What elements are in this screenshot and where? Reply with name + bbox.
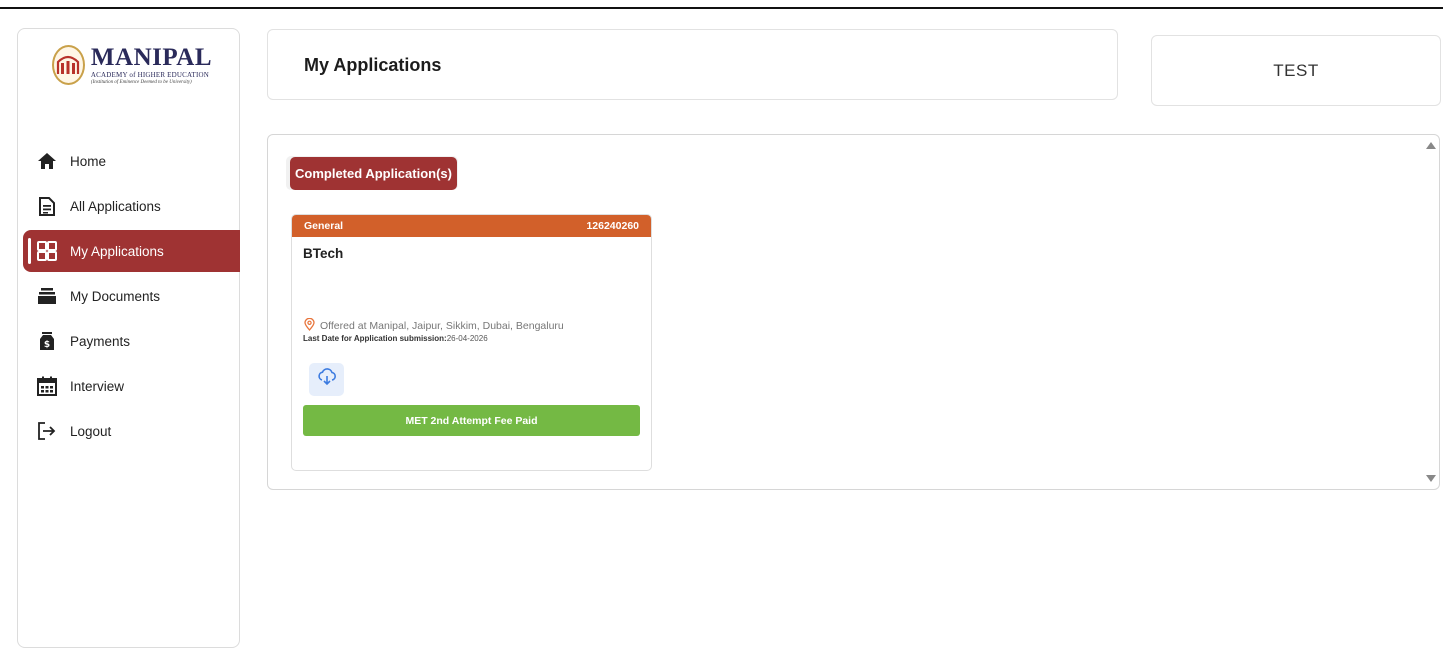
application-location: Offered at Manipal, Jaipur, Sikkim, Duba… [304, 317, 564, 334]
sidebar-item-label: Interview [70, 378, 125, 394]
sidebar-item-label: Logout [70, 423, 112, 439]
application-offered-at: Offered at Manipal, Jaipur, Sikkim, Duba… [320, 320, 564, 332]
sidebar-item-label: Home [70, 153, 107, 169]
location-pin-icon [304, 317, 315, 334]
sidebar-item-payments[interactable]: $ Payments [18, 320, 239, 362]
last-date-value: 26-04-2026 [446, 334, 488, 343]
page-header: My Applications [267, 29, 1118, 100]
scroll-up-arrow-icon[interactable] [1426, 142, 1436, 149]
brand-name: MANIPAL [90, 44, 212, 71]
brand-logo[interactable]: MANIPAL ACADEMY of HIGHER EDUCATION (Ins… [52, 37, 212, 93]
last-date-label: Last Date for Application submission: [303, 334, 447, 343]
money-bag-icon: $ [36, 330, 58, 352]
section-tabs: Completed Application(s) [286, 156, 458, 190]
scroll-down-arrow-icon[interactable] [1426, 475, 1436, 482]
application-card-header: General 126240260 [292, 215, 651, 237]
sidebar-item-all-applications[interactable]: All Applications [18, 185, 239, 227]
applications-panel: Completed Application(s) General 1262402… [267, 134, 1440, 490]
application-id: 126240260 [586, 220, 639, 232]
calendar-icon [36, 375, 58, 397]
sidebar-item-label: Payments [70, 333, 131, 349]
application-category: General [304, 220, 344, 232]
application-status-button[interactable]: MET 2nd Attempt Fee Paid [303, 405, 640, 436]
vertical-scrollbar[interactable] [1423, 135, 1439, 489]
page-title: My Applications [304, 55, 442, 75]
sidebar-item-home[interactable]: Home [18, 140, 239, 182]
sidebar-nav: Home All Applications My Applications My… [18, 140, 240, 455]
tab-completed-applications[interactable]: Completed Application(s) [290, 157, 457, 190]
application-program: BTech [303, 246, 344, 261]
top-rule [0, 7, 1443, 9]
user-card[interactable]: TEST [1151, 35, 1441, 106]
sidebar-item-my-documents[interactable]: My Documents [18, 275, 239, 317]
sidebar-item-label: My Applications [70, 243, 164, 259]
grid-icon [36, 240, 58, 262]
sidebar-item-my-applications[interactable]: My Applications [23, 230, 240, 272]
brand-subtitle: ACADEMY of HIGHER EDUCATION [90, 71, 210, 79]
brand-tagline: (Institution of Eminence Deemed to be Un… [90, 80, 192, 85]
application-card: General 126240260 BTech Offered at Manip… [291, 214, 652, 471]
user-name: TEST [1273, 60, 1319, 80]
sidebar-item-interview[interactable]: Interview [18, 365, 239, 407]
home-icon [36, 150, 58, 172]
svg-text:$: $ [44, 340, 50, 350]
manipal-emblem-icon [52, 45, 85, 85]
cloud-download-icon [317, 368, 337, 391]
application-last-date: Last Date for Application submission:26-… [303, 334, 488, 343]
sidebar-item-logout[interactable]: Logout [18, 410, 239, 452]
logout-icon [36, 420, 58, 442]
sidebar: MANIPAL ACADEMY of HIGHER EDUCATION (Ins… [17, 28, 240, 648]
sidebar-item-label: My Documents [70, 288, 161, 304]
download-button[interactable] [309, 363, 344, 396]
stack-icon [36, 285, 58, 307]
document-icon [36, 195, 58, 217]
sidebar-item-label: All Applications [70, 198, 161, 214]
